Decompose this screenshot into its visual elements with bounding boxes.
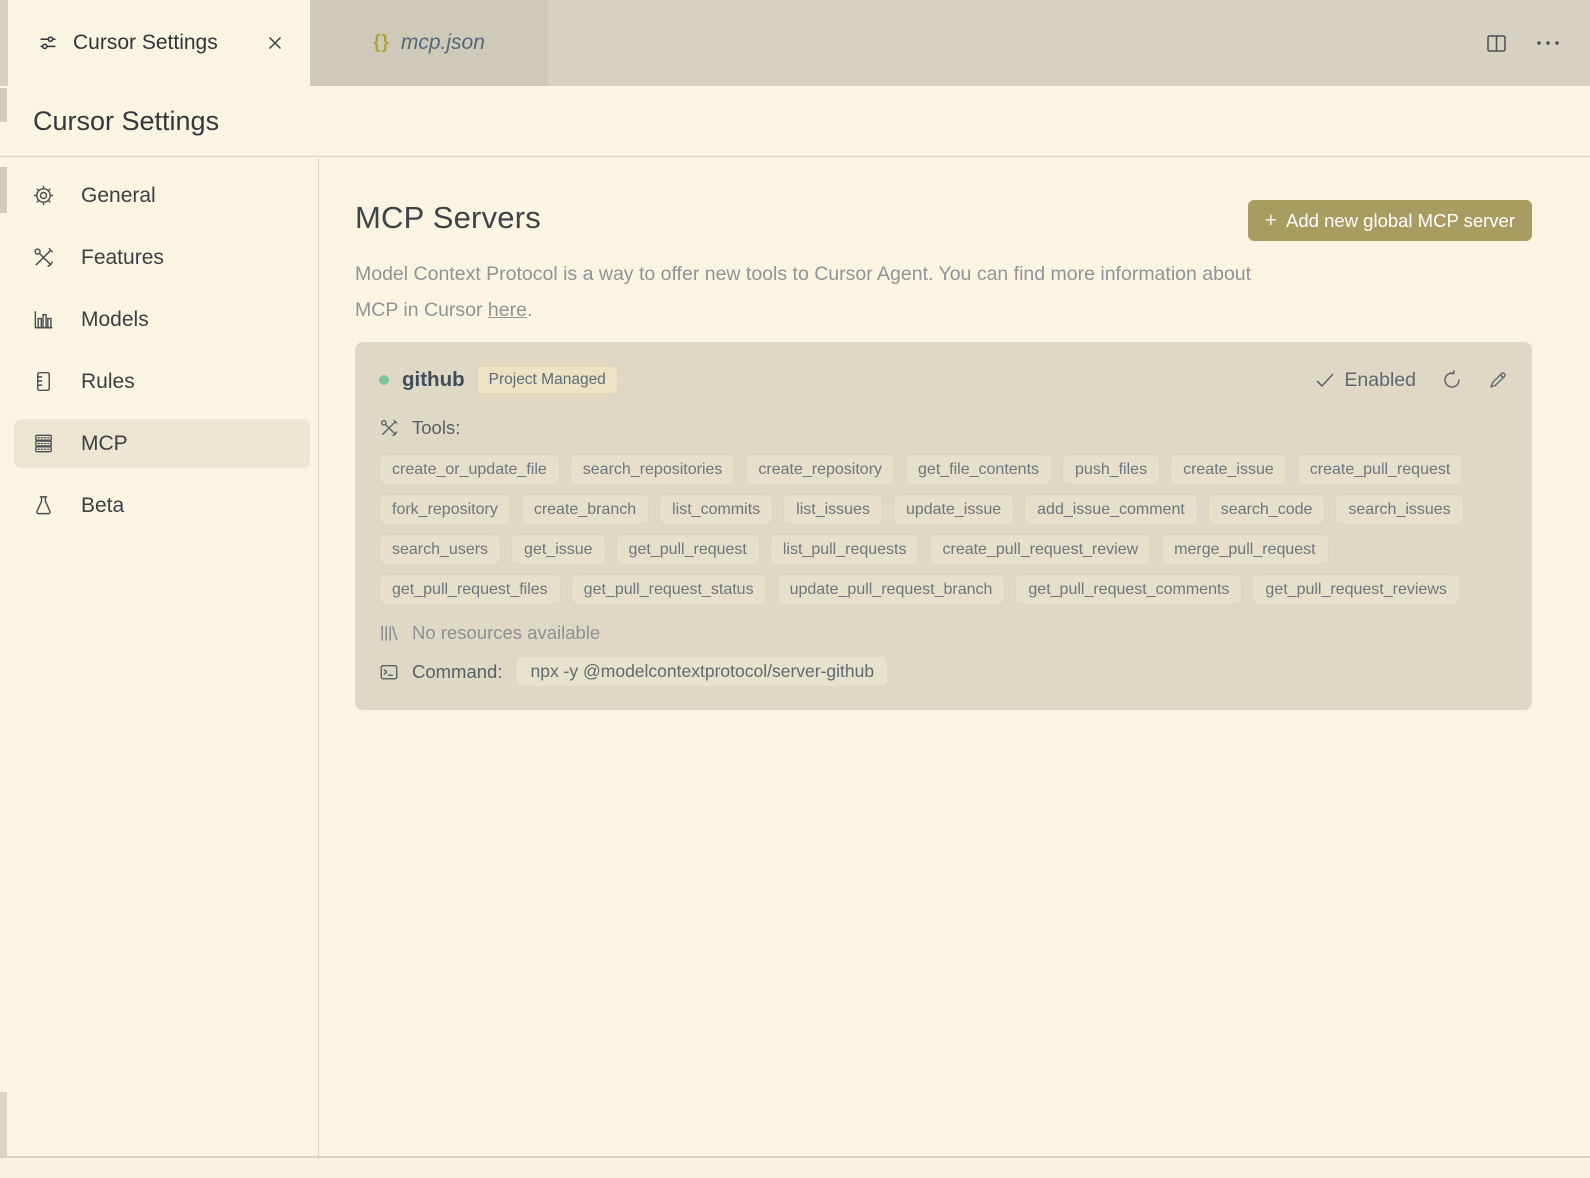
- add-button-label: Add new global MCP server: [1286, 209, 1515, 231]
- bar-chart-icon: [32, 308, 55, 331]
- tool-tag: create_or_update_file: [379, 454, 560, 485]
- tool-tag: merge_pull_request: [1161, 534, 1329, 565]
- tool-tag: get_pull_request_reviews: [1252, 574, 1460, 605]
- tools-tag-list: create_or_update_file search_repositorie…: [379, 454, 1508, 605]
- tool-tag: list_issues: [783, 494, 883, 525]
- sliders-icon: [38, 33, 58, 53]
- gear-icon: [32, 184, 55, 207]
- command-label: Command:: [412, 660, 503, 682]
- resources-row: No resources available: [379, 622, 1508, 644]
- bottom-panel-edge: [0, 1156, 1590, 1178]
- left-edge-sliver: [0, 88, 7, 122]
- command-value: npx -y @modelcontextprotocol/server-gith…: [517, 657, 888, 686]
- mcp-server-card-github: github Project Managed Enabled Tools: cr…: [355, 342, 1532, 710]
- tools-label: Tools:: [412, 417, 461, 438]
- page-header-title: Cursor Settings: [33, 105, 220, 136]
- tools-icon: [32, 246, 55, 269]
- tool-tag: create_branch: [520, 494, 650, 525]
- page-header: Cursor Settings: [0, 86, 1590, 157]
- tool-tag: search_issues: [1335, 494, 1464, 525]
- tab-label: mcp.json: [400, 31, 485, 54]
- sidebar-item-label: Models: [81, 307, 149, 331]
- server-card-actions: Enabled: [1316, 369, 1508, 392]
- tool-tag: search_users: [379, 534, 502, 565]
- sidebar-item-label: General: [81, 183, 156, 207]
- tool-tag: create_pull_request: [1296, 454, 1464, 485]
- tool-tag: get_pull_request_comments: [1015, 574, 1243, 605]
- tool-tag: list_pull_requests: [769, 534, 920, 565]
- editor-tab-bar: Cursor Settings {} mcp.json: [0, 0, 1590, 86]
- description-line-1: Model Context Protocol is a way to offer…: [355, 263, 1252, 285]
- terminal-icon: [379, 662, 399, 682]
- tool-tag: create_issue: [1170, 454, 1287, 485]
- mcp-settings-panel: MCP Servers + Add new global MCP server …: [319, 158, 1590, 1156]
- plus-icon: +: [1264, 208, 1278, 232]
- settings-sidebar: General Features Models Rules MCP Beta: [0, 158, 319, 1156]
- refresh-icon[interactable]: [1442, 370, 1462, 390]
- document-icon: [32, 370, 55, 393]
- enabled-label: Enabled: [1344, 368, 1416, 391]
- server-stack-icon: [32, 432, 55, 455]
- tool-tag: update_issue: [892, 494, 1015, 525]
- tool-tag: add_issue_comment: [1024, 494, 1198, 525]
- edit-pencil-icon[interactable]: [1488, 370, 1508, 390]
- library-icon: [379, 623, 399, 643]
- description-line-2: MCP in Cursor here.: [355, 299, 533, 321]
- tool-tag: get_file_contents: [905, 454, 1053, 485]
- cursor-settings-window: Cursor Settings {} mcp.json Cursor Setti…: [0, 0, 1590, 1178]
- tab-cursor-settings[interactable]: Cursor Settings: [8, 0, 310, 86]
- close-icon[interactable]: [264, 32, 286, 54]
- tool-tag: search_repositories: [569, 454, 736, 485]
- heading-row: MCP Servers + Add new global MCP server: [355, 200, 1532, 241]
- split-editor-icon[interactable]: [1487, 34, 1506, 52]
- tools-row: Tools:: [379, 417, 1508, 439]
- here-link[interactable]: here: [488, 299, 527, 321]
- check-icon: [1316, 373, 1334, 388]
- tool-tag: create_repository: [745, 454, 896, 485]
- tab-label: Cursor Settings: [73, 31, 218, 54]
- enabled-toggle[interactable]: Enabled: [1316, 369, 1416, 392]
- server-card-header: github Project Managed Enabled: [379, 366, 1508, 394]
- page-title: MCP Servers: [355, 200, 541, 235]
- add-global-mcp-server-button[interactable]: + Add new global MCP server: [1247, 200, 1532, 241]
- ellipsis-icon[interactable]: [1536, 40, 1560, 46]
- sidebar-item-beta[interactable]: Beta: [14, 481, 310, 530]
- tool-tag: search_code: [1207, 494, 1326, 525]
- tool-tag: update_pull_request_branch: [776, 574, 1006, 605]
- project-managed-badge: Project Managed: [476, 366, 618, 394]
- json-braces-icon: {}: [373, 32, 390, 53]
- tool-tag: create_pull_request_review: [929, 534, 1152, 565]
- sidebar-item-features[interactable]: Features: [14, 233, 310, 282]
- tool-tag: get_pull_request_status: [570, 574, 767, 605]
- sidebar-item-label: MCP: [81, 431, 128, 455]
- server-name: github: [402, 368, 465, 391]
- sidebar-item-models[interactable]: Models: [14, 295, 310, 344]
- tool-tag: get_pull_request: [615, 534, 760, 565]
- settings-body: General Features Models Rules MCP Beta M…: [0, 158, 1590, 1156]
- tool-tag: fork_repository: [379, 494, 511, 525]
- tool-tag: list_commits: [659, 494, 774, 525]
- sidebar-item-rules[interactable]: Rules: [14, 357, 310, 406]
- mcp-description: Model Context Protocol is a way to offer…: [355, 256, 1532, 328]
- tool-tag: push_files: [1062, 454, 1161, 485]
- sidebar-item-label: Beta: [81, 493, 125, 517]
- server-status-dot: [379, 375, 389, 385]
- left-edge-sliver: [0, 167, 7, 213]
- tool-tag: get_pull_request_files: [379, 574, 561, 605]
- left-edge-sliver: [0, 1092, 7, 1156]
- flask-icon: [32, 494, 55, 517]
- command-row: Command: npx -y @modelcontextprotocol/se…: [379, 657, 1508, 686]
- sidebar-item-general[interactable]: General: [14, 171, 310, 220]
- tab-mcp-json[interactable]: {} mcp.json: [310, 0, 548, 86]
- tab-bar-actions: [1487, 0, 1590, 86]
- sidebar-item-mcp[interactable]: MCP: [14, 419, 310, 468]
- resources-text: No resources available: [412, 622, 601, 643]
- sidebar-item-label: Rules: [81, 369, 135, 393]
- tool-tag: get_issue: [511, 534, 606, 565]
- sidebar-item-label: Features: [81, 245, 164, 269]
- tools-icon: [379, 418, 399, 438]
